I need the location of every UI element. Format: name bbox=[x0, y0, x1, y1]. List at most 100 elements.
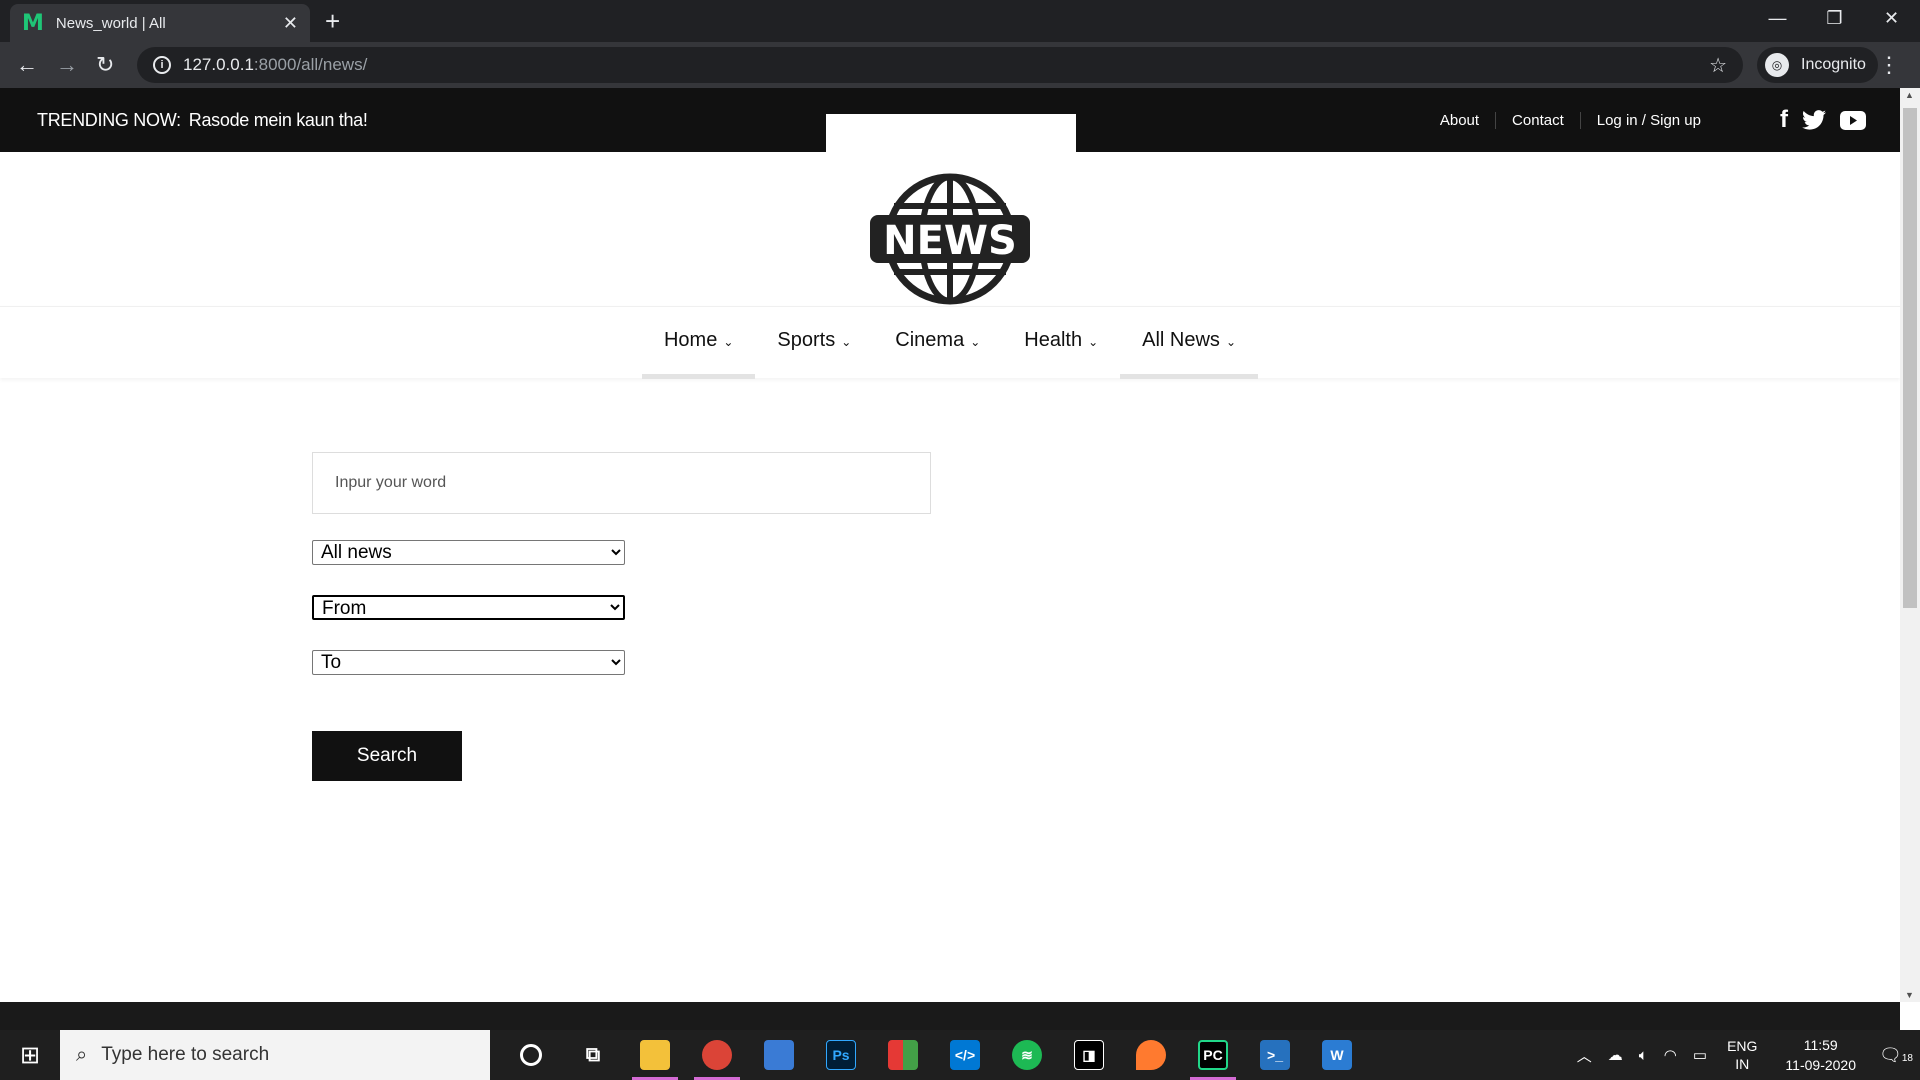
restore-icon[interactable]: ❐ bbox=[1806, 0, 1863, 38]
tab-close-icon[interactable]: ✕ bbox=[283, 13, 298, 34]
trending-now: TRENDING NOW: Rasode mein kaun tha! bbox=[37, 110, 368, 131]
dolby-app-icon[interactable]: ◨ bbox=[1058, 1030, 1120, 1080]
nav-cinema-label: Cinema bbox=[895, 329, 965, 351]
clock-date: 11-09-2020 bbox=[1785, 1057, 1856, 1073]
nav-sports-label: Sports bbox=[777, 329, 836, 351]
language-indicator[interactable]: ENG IN bbox=[1727, 1037, 1757, 1073]
site-favicon-icon: M bbox=[22, 10, 44, 36]
main-navigation: Home ⌄ Sports ⌄ Cinema ⌄ Health ⌄ All News ⌄ bbox=[0, 306, 1900, 379]
url-path: :8000/all/news/ bbox=[253, 55, 368, 74]
nav-cinema[interactable]: Cinema ⌄ bbox=[873, 307, 1002, 379]
browser-tab-bar: M News_world | All ✕ + — ❐ ✕ bbox=[0, 0, 1920, 42]
chevron-down-icon: ⌄ bbox=[841, 335, 852, 349]
reload-icon[interactable]: ↻ bbox=[96, 52, 114, 78]
wifi-icon[interactable]: ◠ bbox=[1664, 1046, 1677, 1064]
twitter-icon[interactable] bbox=[1802, 110, 1826, 130]
lang-bottom: IN bbox=[1735, 1056, 1750, 1072]
chevron-down-icon: ⌄ bbox=[723, 335, 734, 349]
incognito-label: Incognito bbox=[1801, 56, 1866, 73]
word-app-icon[interactable]: W bbox=[1306, 1030, 1368, 1080]
logo-notch bbox=[826, 114, 1076, 152]
login-signup-link[interactable]: Log in / Sign up bbox=[1579, 112, 1717, 129]
contact-link[interactable]: Contact bbox=[1495, 112, 1580, 129]
back-icon[interactable]: ← bbox=[16, 52, 38, 78]
nav-all-news[interactable]: All News ⌄ bbox=[1120, 307, 1258, 379]
trending-headline[interactable]: Rasode mein kaun tha! bbox=[189, 110, 368, 130]
logo-text: NEWS bbox=[883, 218, 1017, 264]
address-bar[interactable]: i 127.0.0.1:8000/all/news/ ☆ bbox=[137, 47, 1743, 83]
vscode-icon[interactable]: </> bbox=[934, 1030, 996, 1080]
top-links: About Contact Log in / Sign up bbox=[1424, 112, 1717, 129]
forward-icon[interactable]: → bbox=[56, 52, 78, 78]
nav-health-label: Health bbox=[1024, 329, 1083, 351]
chrome-icon[interactable] bbox=[686, 1030, 748, 1080]
powershell-icon[interactable]: >_ bbox=[1244, 1030, 1306, 1080]
chevron-down-icon: ⌄ bbox=[1225, 335, 1236, 349]
chevron-down-icon: ⌄ bbox=[970, 335, 981, 349]
color-tiles-app-icon[interactable] bbox=[872, 1030, 934, 1080]
system-tray: ︿ ☁ 🔈︎ ◠ ▭ ENG IN 11:59 11-09-2020 🗨︎18 bbox=[1569, 1030, 1920, 1080]
chevron-down-icon: ⌄ bbox=[1088, 335, 1099, 349]
to-date-select[interactable]: To bbox=[312, 650, 625, 675]
taskbar-search[interactable]: ⌕ Type here to search bbox=[60, 1030, 490, 1080]
page-scrollbar[interactable]: ▲ ▼ bbox=[1900, 88, 1920, 1002]
scroll-up-icon[interactable]: ▲ bbox=[1905, 90, 1914, 100]
windows-start-icon[interactable]: ⊞ bbox=[0, 1030, 60, 1080]
scroll-down-icon[interactable]: ▼ bbox=[1905, 990, 1914, 1000]
photoshop-icon[interactable]: Ps bbox=[810, 1030, 872, 1080]
category-select[interactable]: All news bbox=[312, 540, 625, 565]
new-tab-icon[interactable]: + bbox=[325, 6, 340, 37]
site-info-icon[interactable]: i bbox=[153, 56, 171, 74]
youtube-icon[interactable] bbox=[1840, 110, 1866, 130]
bookmark-star-icon[interactable]: ☆ bbox=[1709, 53, 1727, 78]
url-host: 127.0.0.1 bbox=[183, 55, 254, 74]
file-explorer-icon[interactable] bbox=[624, 1030, 686, 1080]
spotify-icon[interactable]: ≋ bbox=[996, 1030, 1058, 1080]
nav-all-news-label: All News bbox=[1142, 329, 1220, 351]
pycharm-icon[interactable]: PC bbox=[1182, 1030, 1244, 1080]
nav-sports[interactable]: Sports ⌄ bbox=[755, 307, 873, 379]
browser-menu-icon[interactable]: ⋮ bbox=[1878, 52, 1900, 78]
browser-tab[interactable]: M News_world | All ✕ bbox=[10, 4, 310, 42]
taskbar-search-placeholder: Type here to search bbox=[101, 1044, 270, 1065]
scroll-thumb[interactable] bbox=[1903, 108, 1917, 608]
incognito-icon: ◎ bbox=[1765, 53, 1789, 77]
onedrive-cloud-icon[interactable]: ☁ bbox=[1608, 1046, 1623, 1064]
search-form: All news From To Search bbox=[312, 452, 931, 781]
search-button[interactable]: Search bbox=[312, 731, 462, 781]
tab-title: News_world | All bbox=[55, 14, 166, 32]
word-search-input[interactable] bbox=[312, 452, 931, 514]
chat-app-icon[interactable] bbox=[1120, 1030, 1182, 1080]
clock-time: 11:59 bbox=[1803, 1037, 1838, 1053]
from-date-select[interactable]: From bbox=[312, 595, 625, 620]
web-page: TRENDING NOW: Rasode mein kaun tha! About… bbox=[0, 88, 1900, 1002]
volume-icon[interactable]: 🔈︎ bbox=[1639, 1047, 1648, 1064]
about-link[interactable]: About bbox=[1424, 112, 1495, 129]
nav-home[interactable]: Home ⌄ bbox=[641, 307, 756, 379]
nav-home-label: Home bbox=[663, 329, 718, 351]
search-icon: ⌕ bbox=[76, 1043, 88, 1066]
news-globe-logo[interactable]: NEWS bbox=[868, 171, 1032, 307]
trending-label: TRENDING NOW: bbox=[37, 110, 181, 130]
top-bar: TRENDING NOW: Rasode mein kaun tha! About… bbox=[0, 88, 1900, 152]
notification-count: 18 bbox=[1901, 1052, 1913, 1064]
facebook-icon[interactable]: f bbox=[1780, 106, 1788, 134]
laptop-app-icon[interactable] bbox=[748, 1030, 810, 1080]
notification-center-icon[interactable]: 🗨︎18 bbox=[1872, 1045, 1920, 1066]
browser-toolbar: ← → ↻ i 127.0.0.1:8000/all/news/ ☆ ◎ Inc… bbox=[0, 42, 1920, 88]
windows-taskbar: ⊞ ⌕ Type here to search ⧉ Ps </> ≋ ◨ PC … bbox=[0, 1030, 1920, 1080]
nav-health[interactable]: Health ⌄ bbox=[1002, 307, 1120, 379]
task-view-icon[interactable]: ⧉ bbox=[562, 1030, 624, 1080]
window-controls: — ❐ ✕ bbox=[1749, 0, 1920, 38]
minimize-icon[interactable]: — bbox=[1749, 0, 1806, 38]
social-links: f bbox=[1780, 106, 1866, 134]
chevron-up-icon[interactable]: ︿ bbox=[1577, 1045, 1592, 1066]
incognito-profile-button[interactable]: ◎ Incognito bbox=[1757, 47, 1878, 83]
cortana-icon[interactable] bbox=[500, 1030, 562, 1080]
taskbar-clock[interactable]: 11:59 11-09-2020 bbox=[1785, 1035, 1856, 1075]
battery-icon[interactable]: ▭ bbox=[1693, 1046, 1707, 1064]
taskbar-apps: ⧉ Ps </> ≋ ◨ PC >_ W bbox=[500, 1030, 1368, 1080]
lang-top: ENG bbox=[1727, 1038, 1758, 1054]
close-window-icon[interactable]: ✕ bbox=[1863, 0, 1920, 38]
footer-strip bbox=[0, 1002, 1900, 1030]
